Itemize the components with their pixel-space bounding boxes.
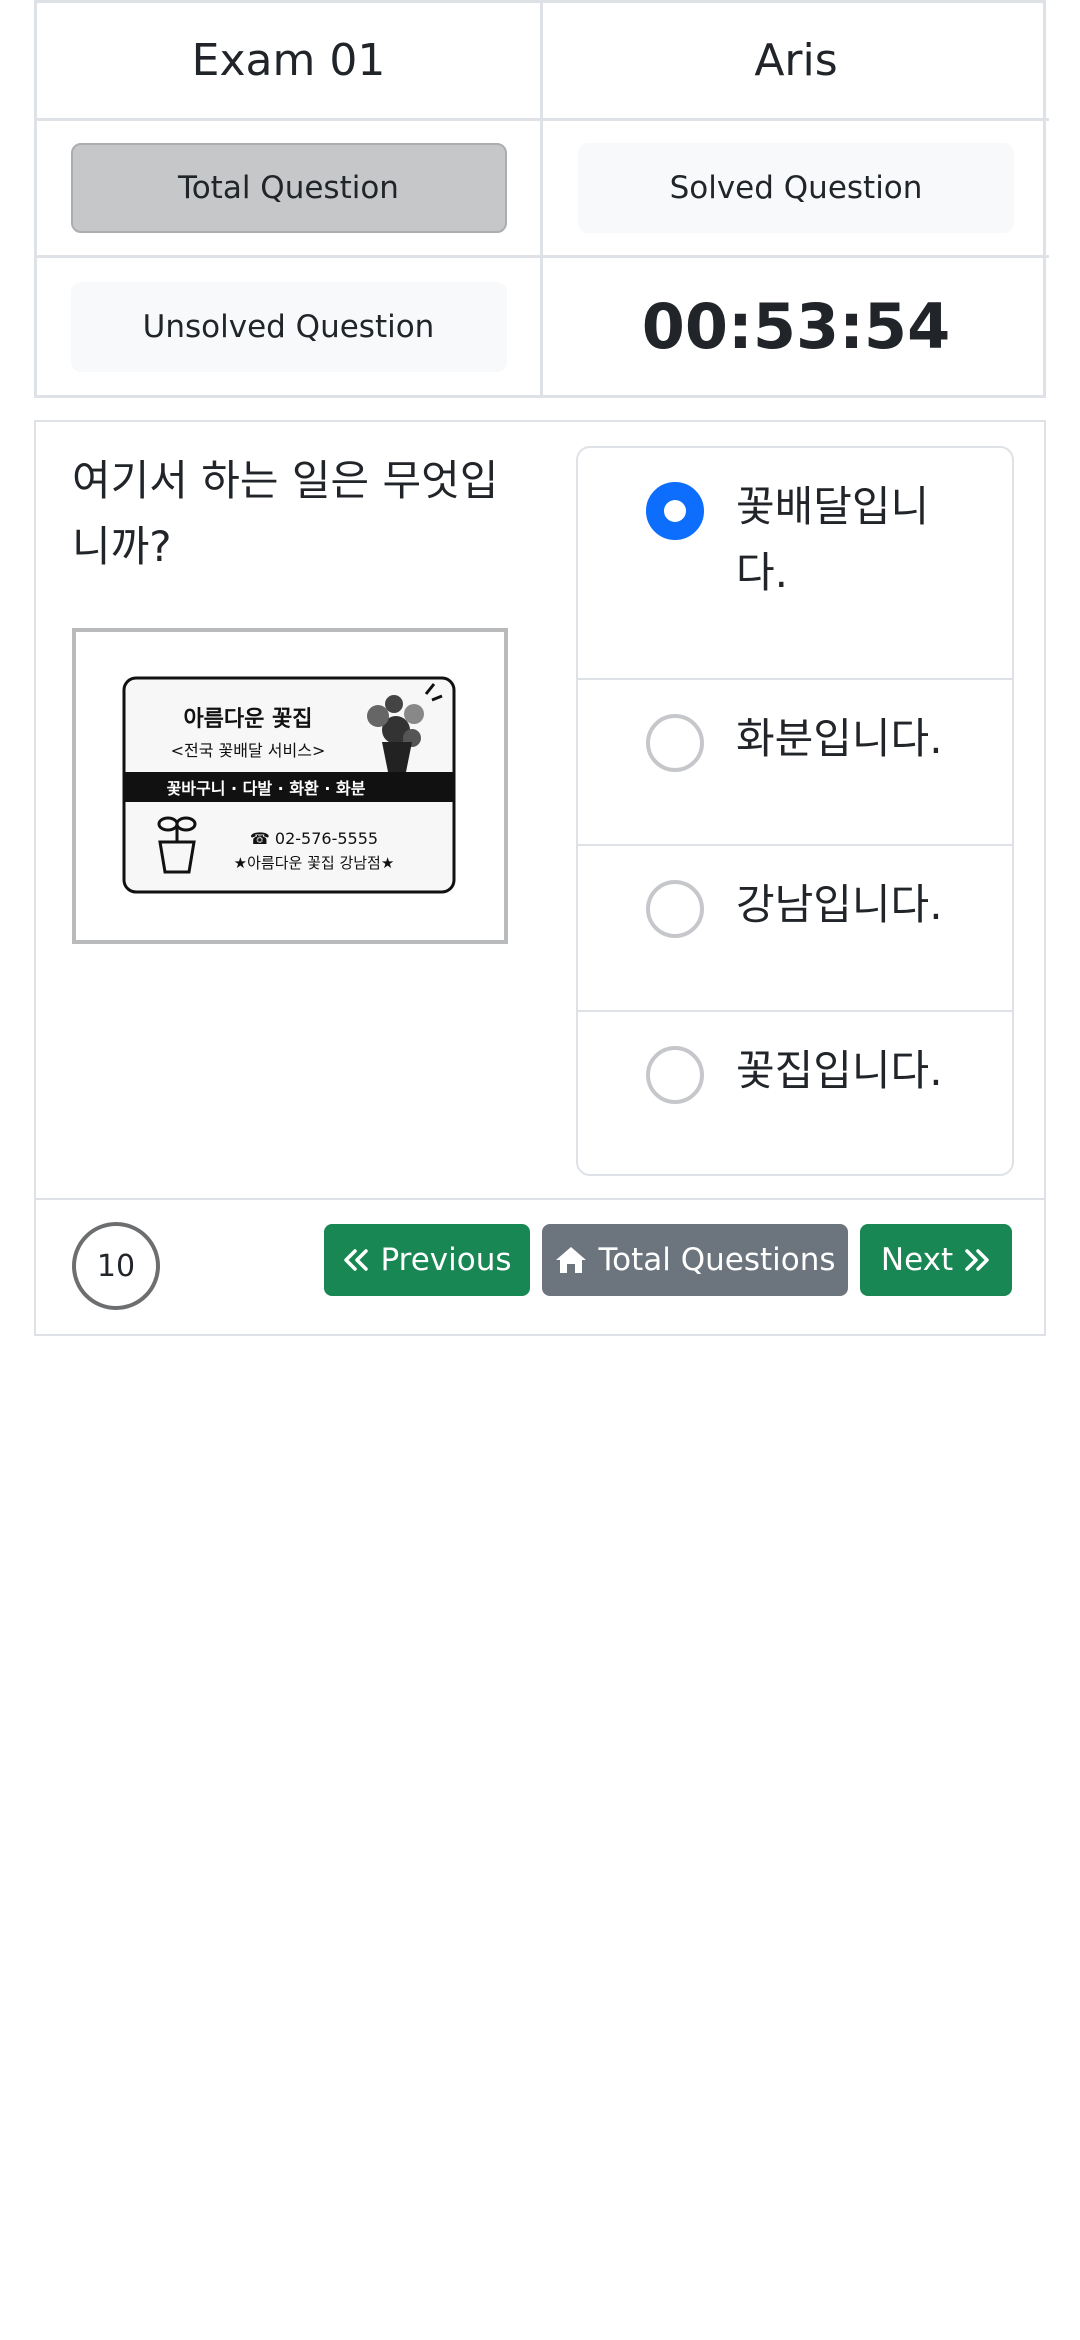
previous-button[interactable]: Previous — [324, 1224, 530, 1296]
previous-label: Previous — [380, 1242, 512, 1278]
home-icon — [554, 1245, 588, 1275]
double-chevron-right-icon — [963, 1248, 991, 1272]
image-phone: ☎ 02-576-5555 — [250, 829, 378, 848]
double-chevron-left-icon — [342, 1248, 370, 1272]
option-4-radio[interactable] — [646, 1046, 704, 1104]
unsolved-question-cell: Unsolved Question — [37, 258, 543, 395]
exam-name-cell: Exam 01 — [37, 3, 543, 121]
option-1-radio[interactable] — [646, 482, 704, 540]
option-2-radio[interactable] — [646, 714, 704, 772]
total-questions-label: Total Questions — [598, 1242, 836, 1278]
image-service: <전국 꽃배달 서비스> — [171, 741, 326, 760]
image-branch: ★아름다운 꽃집 강남점★ — [234, 854, 395, 872]
option-3-radio[interactable] — [646, 880, 704, 938]
answer-options: 꽃배달입니다. 화분입니다. 강남입니다. 꽃집입니다. — [576, 446, 1014, 1176]
image-shop-name: 아름다운 꽃집 — [183, 707, 312, 732]
solved-question-cell: Solved Question — [543, 121, 1049, 258]
user-name: Aris — [754, 35, 838, 86]
question-text: 여기서 하는 일은 무엇입니까? — [72, 456, 499, 571]
total-question-cell: Total Question — [37, 121, 543, 258]
exam-info-table: Exam 01 Aris Total Question Solved Quest… — [34, 0, 1049, 398]
question-number: 10 — [72, 1222, 160, 1310]
next-button[interactable]: Next — [860, 1224, 1012, 1296]
user-name-cell: Aris — [543, 3, 1049, 121]
question-image: 아름다운 꽃집 <전국 꽃배달 서비스> 꽃바구니 · 다발 · 화환 · 화분 — [72, 628, 508, 944]
total-question-button[interactable]: Total Question — [70, 143, 507, 233]
timer-cell: 00:53:54 — [543, 258, 1049, 395]
flower-shop-card-image: 아름다운 꽃집 <전국 꽃배달 서비스> 꽃바구니 · 다발 · 화환 · 화분 — [76, 632, 504, 940]
option-1[interactable]: 꽃배달입니다. — [578, 448, 1012, 680]
total-questions-button[interactable]: Total Questions — [542, 1224, 848, 1296]
option-2[interactable]: 화분입니다. — [578, 680, 1012, 846]
option-3-label: 강남입니다. — [736, 880, 943, 929]
option-2-label: 화분입니다. — [736, 714, 943, 763]
timer: 00:53:54 — [641, 290, 951, 363]
question-footer: 10 Previous Total Questions Next — [36, 1198, 1044, 1334]
exam-name: Exam 01 — [191, 35, 386, 86]
option-1-label: 꽃배달입니다. — [736, 482, 930, 597]
option-4[interactable]: 꽃집입니다. — [578, 1012, 1012, 1174]
question-card: 여기서 하는 일은 무엇입니까? 아름다운 꽃집 <전국 꽃배달 서비스> 꽃바… — [34, 420, 1046, 1336]
option-4-label: 꽃집입니다. — [736, 1046, 943, 1095]
image-items: 꽃바구니 · 다발 · 화환 · 화분 — [167, 779, 366, 798]
unsolved-question-button[interactable]: Unsolved Question — [70, 281, 507, 372]
option-3[interactable]: 강남입니다. — [578, 846, 1012, 1012]
next-label: Next — [880, 1242, 954, 1278]
solved-question-button[interactable]: Solved Question — [578, 143, 1014, 233]
